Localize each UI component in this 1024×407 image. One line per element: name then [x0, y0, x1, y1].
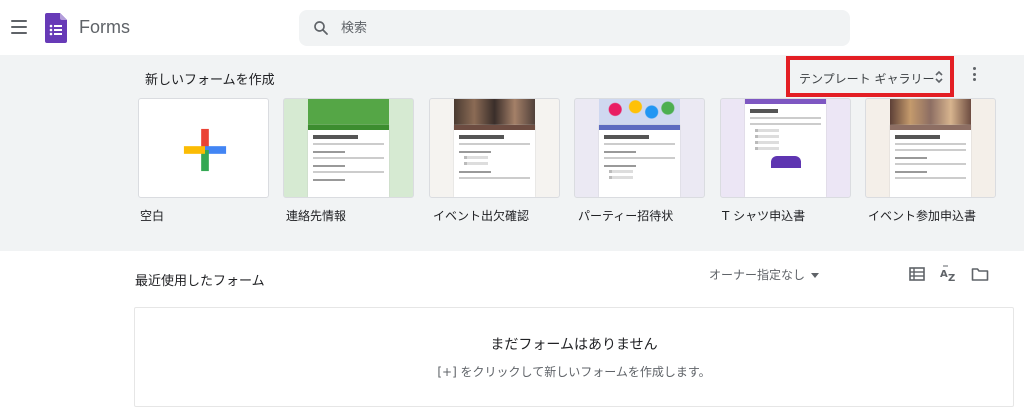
owner-filter-dropdown[interactable]: オーナー指定なし — [709, 266, 820, 283]
template-party-invite[interactable] — [574, 98, 705, 198]
search-input[interactable] — [341, 16, 831, 40]
sort-az-icon[interactable]: A Z — [940, 265, 958, 283]
owner-filter-label: オーナー指定なし — [709, 268, 806, 282]
template-banner — [308, 99, 389, 125]
app-name[interactable]: Forms — [79, 17, 130, 38]
dropdown-caret-icon — [811, 273, 820, 278]
template-preview — [599, 125, 680, 197]
template-label: T シャツ申込書 — [722, 209, 806, 223]
template-preview — [308, 125, 389, 197]
app-header: Forms — [0, 0, 1024, 55]
template-banner — [454, 99, 535, 125]
more-options-icon[interactable] — [968, 67, 980, 87]
svg-text:Z: Z — [948, 273, 955, 283]
list-view-icon[interactable] — [908, 265, 926, 283]
template-contact-info[interactable] — [283, 98, 414, 198]
template-tshirt-order[interactable] — [720, 98, 851, 198]
section-title: 新しいフォームを作成 — [145, 73, 275, 88]
template-event-rsvp[interactable] — [429, 98, 560, 198]
template-label: イベント参加申込書 — [868, 209, 977, 223]
recent-forms-title: 最近使用したフォーム — [135, 274, 265, 289]
folder-icon[interactable] — [971, 265, 989, 283]
template-label: イベント出欠確認 — [433, 209, 530, 223]
template-gallery-label: テンプレート ギャラリー — [799, 72, 935, 86]
plus-icon — [183, 128, 227, 172]
search-bar[interactable] — [299, 10, 850, 46]
unfold-icon — [935, 70, 943, 84]
empty-state-card: まだフォームはありません [+] をクリックして新しいフォームを作成します。 — [134, 307, 1014, 407]
svg-text:A: A — [940, 269, 948, 280]
template-label: パーティー招待状 — [578, 209, 674, 223]
template-label: 空白 — [140, 209, 165, 223]
template-preview — [745, 99, 826, 197]
template-preview — [454, 125, 535, 197]
template-event-registration[interactable] — [865, 98, 996, 198]
template-banner — [890, 99, 971, 125]
template-preview — [890, 125, 971, 197]
forms-logo-icon[interactable] — [45, 13, 67, 43]
template-section: 新しいフォームを作成 テンプレート ギャラリー 空白 連絡先情報 イベント出欠確… — [0, 55, 1024, 251]
main-menu-icon[interactable] — [11, 20, 27, 34]
empty-state-hint: [+] をクリックして新しいフォームを作成します。 — [437, 365, 711, 379]
template-banner — [599, 99, 680, 125]
search-icon[interactable] — [312, 19, 330, 37]
template-label: 連絡先情報 — [286, 209, 347, 223]
empty-state-title: まだフォームはありません — [490, 337, 658, 353]
recent-forms-section: 最近使用したフォーム オーナー指定なし A Z まだフォームはありません [+]… — [0, 251, 1024, 407]
template-gallery-button[interactable]: テンプレート ギャラリー — [786, 56, 954, 97]
template-blank[interactable] — [138, 98, 269, 198]
